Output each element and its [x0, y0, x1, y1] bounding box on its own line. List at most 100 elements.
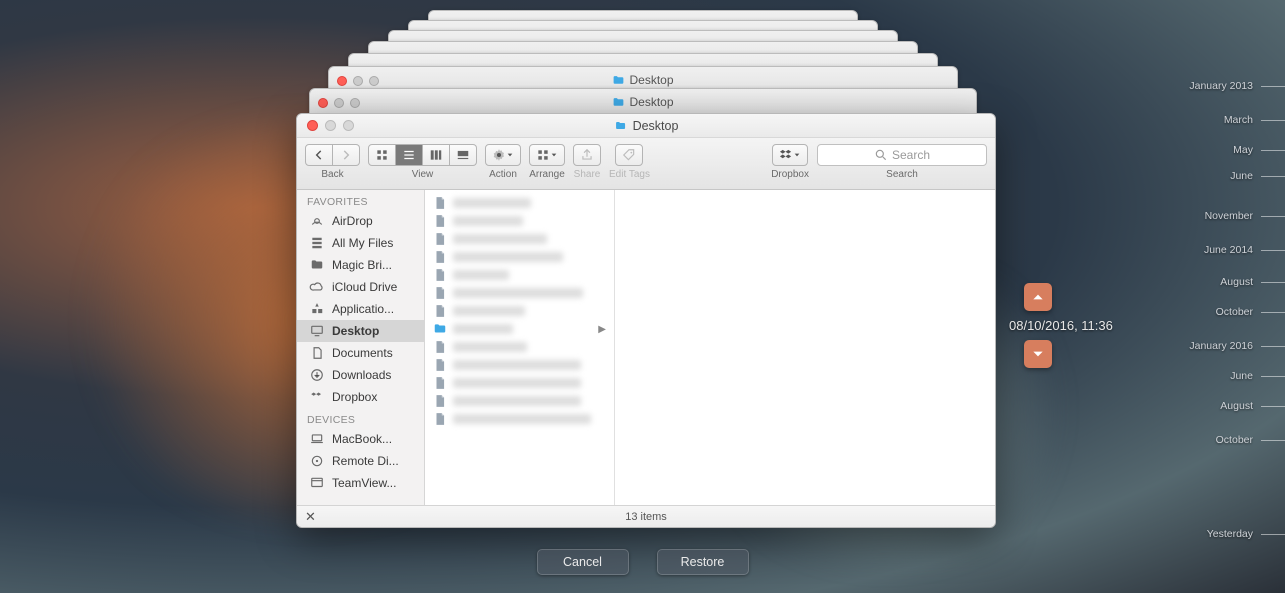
sidebar-item-label: Dropbox: [332, 390, 377, 404]
timeline-label: January 2016: [1183, 340, 1253, 352]
file-row[interactable]: [425, 356, 614, 374]
arrange-button[interactable]: [529, 144, 565, 166]
timeline-tick-icon: [1261, 282, 1285, 283]
timeline[interactable]: January 2013 March May June November June 201…: [1165, 70, 1285, 573]
sidebar-header-favorites: Favorites: [297, 190, 424, 210]
sidebar-item-dropbox[interactable]: Dropbox: [297, 386, 424, 408]
titlebar[interactable]: Desktop: [297, 114, 995, 138]
file-row[interactable]: ▶: [425, 320, 614, 338]
file-list-column[interactable]: ▶: [425, 190, 615, 505]
sidebar-item-all-my-files[interactable]: All My Files: [297, 232, 424, 254]
file-row[interactable]: [425, 392, 614, 410]
timeline-tick-icon: [1261, 120, 1285, 121]
share-button[interactable]: [573, 144, 601, 166]
folder-icon: [611, 96, 624, 109]
snapshot-next-button[interactable]: [1024, 340, 1052, 368]
file-row[interactable]: [425, 212, 614, 230]
close-icon[interactable]: ✕: [305, 509, 316, 525]
zoom-icon[interactable]: [343, 120, 354, 131]
timeline-tick-icon: [1261, 440, 1285, 441]
close-icon[interactable]: [307, 120, 318, 131]
file-preview-column: [615, 190, 995, 505]
list-icon: [402, 148, 416, 162]
sidebar-item-remote-di-[interactable]: Remote Di...: [297, 450, 424, 472]
snapshot-timestamp: 08/10/2016, 11:36: [1009, 318, 1113, 333]
timeline-entry[interactable]: August: [1183, 400, 1285, 412]
file-name-blurred: [453, 342, 527, 352]
gear-icon: [492, 148, 506, 162]
sidebar-item-airdrop[interactable]: AirDrop: [297, 210, 424, 232]
timeline-tick-icon: [1261, 216, 1285, 217]
view-icon-button[interactable]: [368, 144, 396, 166]
toolbar-label-share: Share: [574, 169, 601, 180]
file-row[interactable]: [425, 284, 614, 302]
sidebar-item-applicatio-[interactable]: Applicatio...: [297, 298, 424, 320]
dropbox-icon: [779, 148, 793, 162]
toolbar-label-view: View: [412, 169, 434, 180]
action-button[interactable]: [485, 144, 521, 166]
file-row[interactable]: [425, 194, 614, 212]
edit-tags-button[interactable]: [615, 144, 643, 166]
forward-button[interactable]: [333, 144, 360, 166]
columns-icon: [429, 148, 443, 162]
sidebar: Favorites AirDrop All My FilesMagic Bri..…: [297, 190, 425, 505]
file-row[interactable]: [425, 248, 614, 266]
file-row[interactable]: [425, 266, 614, 284]
sidebar-item-magic-bri-[interactable]: Magic Bri...: [297, 254, 424, 276]
view-column-button[interactable]: [423, 144, 450, 166]
sidebar-item-teamview-[interactable]: TeamView...: [297, 472, 424, 494]
sidebar-item-icloud-drive[interactable]: iCloud Drive: [297, 276, 424, 298]
timeline-entry[interactable]: June: [1183, 370, 1285, 382]
chevron-down-icon: [793, 151, 801, 159]
minimize-icon[interactable]: [325, 120, 336, 131]
file-icon: [433, 412, 447, 426]
file-row[interactable]: [425, 338, 614, 356]
window-title: Desktop: [633, 119, 679, 133]
file-name-blurred: [453, 288, 583, 298]
sidebar-item-documents[interactable]: Documents: [297, 342, 424, 364]
file-name-blurred: [453, 306, 525, 316]
file-name-blurred: [453, 216, 523, 226]
icloud-icon: [309, 280, 325, 294]
file-name-blurred: [453, 324, 513, 334]
timeline-entry[interactable]: August: [1183, 276, 1285, 288]
cancel-button[interactable]: Cancel: [537, 549, 629, 575]
toolbar-label-search: Search: [886, 169, 918, 180]
file-icon: [433, 286, 447, 300]
toolbar-label-arrange: Arrange: [529, 169, 565, 180]
file-row[interactable]: [425, 230, 614, 248]
timeline-tick-icon: [1261, 86, 1285, 87]
timeline-entry[interactable]: May: [1183, 144, 1285, 156]
sidebar-item-downloads[interactable]: Downloads: [297, 364, 424, 386]
file-row[interactable]: [425, 374, 614, 392]
file-row[interactable]: [425, 302, 614, 320]
file-icon: [433, 376, 447, 390]
search-input[interactable]: Search: [817, 144, 987, 166]
file-row[interactable]: [425, 410, 614, 428]
finder-window: Desktop Back: [296, 113, 996, 528]
file-columns: ▶: [425, 190, 995, 505]
sidebar-item-macbook-[interactable]: MacBook...: [297, 428, 424, 450]
sidebar-item-label: AirDrop: [332, 214, 373, 228]
view-list-button[interactable]: [396, 144, 423, 166]
timeline-entry[interactable]: January 2016: [1183, 340, 1285, 352]
timeline-entry[interactable]: June 2014: [1183, 244, 1285, 256]
coverflow-icon: [456, 148, 470, 162]
timeline-entry[interactable]: November: [1183, 210, 1285, 222]
dropbox-icon: [309, 390, 325, 404]
dropbox-button[interactable]: [772, 144, 808, 166]
timeline-entry[interactable]: March: [1183, 114, 1285, 126]
timeline-tick-icon: [1261, 176, 1285, 177]
file-icon: [433, 304, 447, 318]
timeline-entry[interactable]: June: [1183, 170, 1285, 182]
timeline-tick-icon: [1261, 150, 1285, 151]
timeline-entry[interactable]: October: [1183, 434, 1285, 446]
view-coverflow-button[interactable]: [450, 144, 477, 166]
timeline-entry[interactable]: January 2013: [1183, 80, 1285, 92]
back-button[interactable]: [305, 144, 333, 166]
restore-button[interactable]: Restore: [657, 549, 749, 575]
sidebar-item-desktop[interactable]: Desktop: [297, 320, 424, 342]
timeline-entry[interactable]: October: [1183, 306, 1285, 318]
timeline-entry[interactable]: Yesterday: [1183, 528, 1285, 540]
snapshot-prev-button[interactable]: [1024, 283, 1052, 311]
